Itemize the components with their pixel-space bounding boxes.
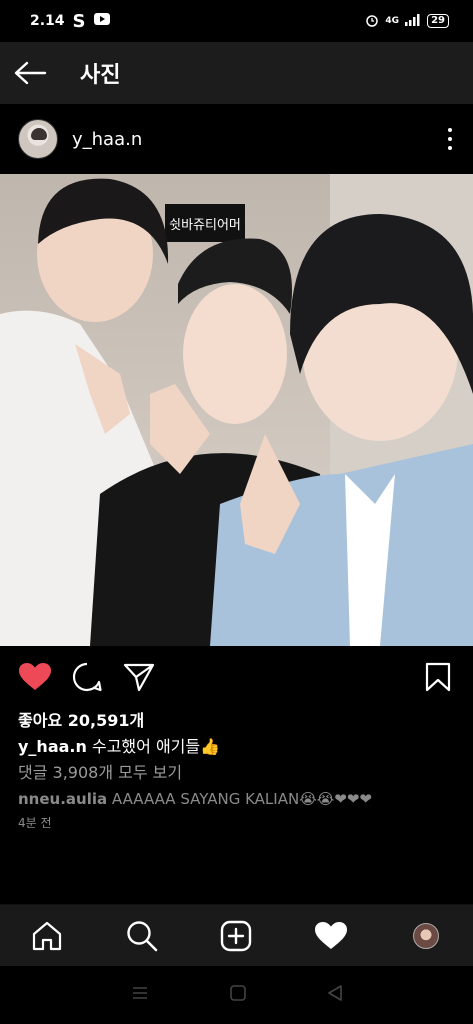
caption-username[interactable]: y_haa.n bbox=[18, 737, 87, 756]
profile-avatar bbox=[412, 922, 439, 949]
arrow-left-icon bbox=[14, 61, 47, 85]
caption-text: 수고했어 애기들👍 bbox=[91, 737, 221, 756]
photo-illustration: 쉿바쥬티어머 bbox=[0, 174, 473, 646]
more-dot bbox=[448, 146, 452, 150]
comment-button[interactable] bbox=[70, 660, 104, 694]
home-system-button[interactable] bbox=[229, 984, 247, 1006]
s-app-icon: S bbox=[72, 10, 86, 32]
page-title: 사진 bbox=[80, 63, 121, 88]
network-type: 4G bbox=[385, 16, 400, 26]
post-photo[interactable]: 쉿바쥬티어머 bbox=[0, 174, 473, 646]
comment-username[interactable]: nneu.aulia bbox=[18, 790, 107, 808]
square-icon bbox=[229, 985, 246, 1001]
paper-plane-icon bbox=[123, 663, 155, 692]
post-timestamp: 4분 전 bbox=[18, 816, 52, 830]
system-navigation bbox=[0, 966, 473, 1024]
post-actions bbox=[0, 646, 473, 708]
post-username[interactable]: y_haa.n bbox=[72, 129, 142, 150]
share-button[interactable] bbox=[122, 660, 156, 694]
save-button[interactable] bbox=[421, 660, 455, 694]
comment-bubble-icon bbox=[72, 662, 102, 692]
like-count[interactable]: 좋아요 20,591개 bbox=[18, 708, 458, 734]
nav-activity[interactable] bbox=[311, 916, 351, 956]
post-info: 좋아요 20,591개 y_haa.n 수고했어 애기들👍 댓글 3,908개 … bbox=[18, 708, 458, 834]
like-button[interactable] bbox=[18, 660, 52, 694]
signal-icon bbox=[405, 13, 421, 29]
youtube-icon bbox=[93, 13, 110, 29]
photo-sign-text: 쉿바쥬티어머 bbox=[169, 218, 241, 233]
post-header: y_haa.n bbox=[0, 104, 473, 174]
back-system-button[interactable] bbox=[326, 984, 344, 1006]
more-dot bbox=[448, 137, 452, 141]
more-options-button[interactable] bbox=[445, 128, 455, 150]
nav-search[interactable] bbox=[122, 916, 162, 956]
bookmark-icon bbox=[425, 662, 451, 692]
alarm-icon bbox=[365, 13, 379, 30]
triangle-back-icon bbox=[327, 985, 342, 1001]
search-icon bbox=[127, 920, 158, 951]
nav-home[interactable] bbox=[27, 916, 67, 956]
view-all-comments-link[interactable]: 댓글 3,908개 모두 보기 bbox=[18, 760, 458, 786]
comment-text: AAAAAA SAYANG KALIAN😭😭❤❤❤ bbox=[111, 790, 372, 808]
home-icon bbox=[33, 921, 62, 950]
caption: y_haa.n 수고했어 애기들👍 bbox=[18, 734, 458, 760]
more-vertical-icon bbox=[448, 128, 452, 132]
menu-lines-icon bbox=[132, 987, 147, 999]
status-time: 2.14 bbox=[30, 13, 65, 29]
nav-add-post[interactable] bbox=[216, 916, 256, 956]
bottom-navigation bbox=[0, 904, 473, 966]
status-bar: 2.14 S 4G 29 bbox=[0, 0, 473, 42]
back-button[interactable] bbox=[0, 42, 60, 104]
recent-apps-button[interactable] bbox=[130, 985, 150, 1005]
battery-indicator: 29 bbox=[427, 14, 449, 28]
nav-profile[interactable] bbox=[406, 916, 446, 956]
comment-preview: nneu.aulia AAAAAA SAYANG KALIAN😭😭❤❤❤ bbox=[18, 786, 458, 812]
add-post-icon bbox=[221, 920, 252, 951]
user-avatar[interactable] bbox=[18, 119, 58, 159]
heart-filled-icon bbox=[19, 663, 51, 690]
app-header: 사진 bbox=[0, 42, 473, 104]
heart-icon bbox=[315, 921, 348, 949]
